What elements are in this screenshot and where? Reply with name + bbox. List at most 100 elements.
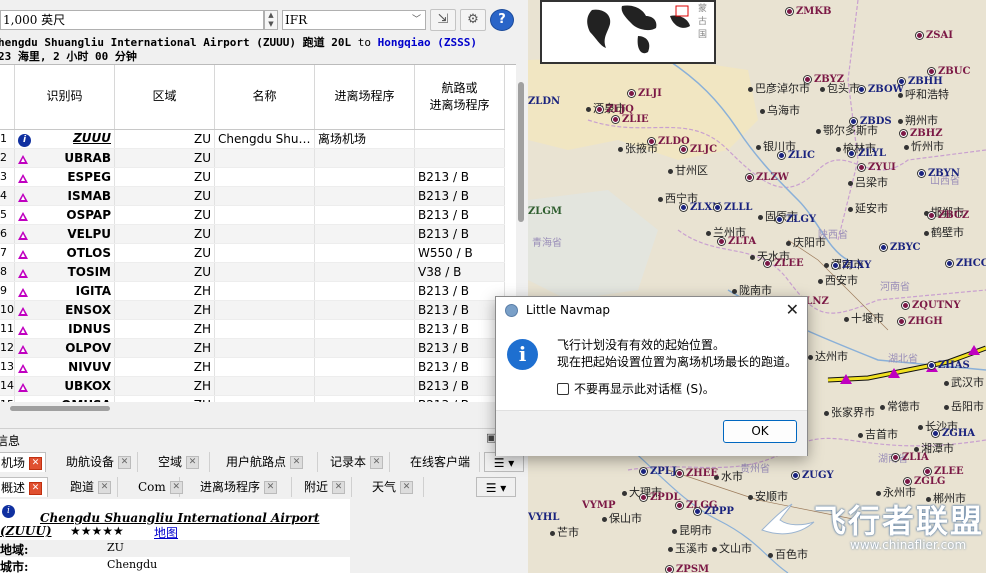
airport-marker[interactable]: ZBYN: [918, 168, 960, 179]
airport-marker[interactable]: ZHCC: [946, 258, 986, 269]
table-row[interactable]: 4 ISMAB ZU B213 / B: [0, 186, 505, 206]
tab-online-clients[interactable]: 在线客户端: [406, 452, 480, 472]
airport-marker[interactable]: ZLIC: [778, 150, 815, 161]
ok-button[interactable]: OK: [723, 420, 797, 443]
help-icon[interactable]: ?: [490, 9, 514, 31]
table-row[interactable]: 10 ENSOX ZH B213 / B: [0, 300, 505, 320]
airport-marker[interactable]: ZGHA: [932, 428, 975, 439]
table-row[interactable]: 8 TOSIM ZU V38 / B: [0, 262, 505, 282]
close-icon[interactable]: ✕: [290, 456, 304, 469]
table-row[interactable]: 2 UBRAB ZU: [0, 148, 505, 168]
tab-com[interactable]: Com ✕: [134, 477, 183, 497]
airport-marker[interactable]: ZBCZ: [928, 210, 969, 221]
tab-user-waypoints[interactable]: 用户航路点 ✕: [222, 452, 318, 472]
close-icon[interactable]: ✕: [169, 481, 183, 494]
airport-marker[interactable]: ZMKB: [786, 6, 832, 17]
airport-marker[interactable]: ZHGH: [898, 316, 943, 327]
map-view[interactable]: 河南省 山西省 陕西省 青海省 贵州省 湖北省 湖南省 巴彦淖尔市 包头市 呼和…: [528, 0, 986, 573]
table-row[interactable]: 6 VELPU ZU B213 / B: [0, 224, 505, 244]
airport-marker[interactable]: ZLLL: [714, 202, 752, 213]
scale-combo[interactable]: 1,000 英尺: [0, 10, 264, 30]
airport-marker[interactable]: ZLEE: [764, 258, 804, 269]
dont-show-again-checkbox[interactable]: 不要再显示此对话框 (S)。: [557, 380, 715, 397]
route-destination[interactable]: Hongqiao (ZSSS): [378, 36, 477, 49]
column-header-airway[interactable]: 航路或 进离场程序: [414, 65, 505, 130]
airport-marker[interactable]: ZLJI: [628, 88, 662, 99]
airport-marker[interactable]: ZBOW: [858, 84, 904, 95]
table-row[interactable]: 7 OTLOS ZU W550 / B: [0, 243, 505, 263]
table-vertical-scroll-thumb[interactable]: [518, 82, 524, 222]
table-row[interactable]: 1 i ZUUU ZU Chengdu Shu… 离场机场: [0, 129, 505, 149]
close-icon[interactable]: ✕: [264, 481, 278, 494]
tab-airspace[interactable]: 空域 ✕: [154, 452, 210, 472]
airport-marker[interactable]: ZBHZ: [900, 128, 943, 139]
close-icon[interactable]: ✕: [29, 482, 43, 495]
route-settings-icon[interactable]: ⚙: [460, 9, 486, 31]
tab-airport[interactable]: 机场 ✕: [0, 452, 46, 472]
close-icon[interactable]: ✕: [332, 481, 346, 494]
column-header-number[interactable]: [0, 65, 15, 130]
checkbox-box[interactable]: [557, 383, 569, 395]
column-header-ident[interactable]: 识别码: [14, 65, 115, 130]
close-icon[interactable]: ✕: [98, 481, 112, 494]
airport-marker[interactable]: VYHL: [528, 512, 559, 523]
tab-overview[interactable]: 概述 ✕: [0, 477, 48, 497]
airport-marker[interactable]: ZHAS: [928, 360, 970, 371]
airport-marker[interactable]: ZLDN: [528, 96, 560, 107]
table-row[interactable]: 14 UBKOX ZH B213 / B: [0, 376, 505, 396]
map-overview-inset[interactable]: 蒙古国: [540, 0, 716, 64]
column-header-name[interactable]: 名称: [214, 65, 315, 130]
airport-marker[interactable]: ZLZW: [746, 172, 789, 183]
tab-runways[interactable]: 跑道 ✕: [66, 477, 118, 497]
column-header-procedure[interactable]: 进离场程序: [314, 65, 415, 130]
airport-marker[interactable]: ZLJC: [680, 144, 717, 155]
close-icon[interactable]: ✕: [186, 456, 200, 469]
column-header-region[interactable]: 区域: [114, 65, 215, 130]
close-icon[interactable]: ✕: [400, 481, 414, 494]
airport-marker[interactable]: ZSAI: [916, 30, 953, 41]
table-row[interactable]: 9 IGITA ZH B213 / B: [0, 281, 505, 301]
tab-navaids[interactable]: 助航设备 ✕: [62, 452, 138, 472]
table-horizontal-scroll-thumb[interactable]: [10, 406, 110, 411]
tab-logbook[interactable]: 记录本 ✕: [326, 452, 390, 472]
airport-marker[interactable]: ZBYC: [880, 242, 921, 253]
airport-marker[interactable]: ZLTA: [718, 236, 756, 247]
table-row[interactable]: 15OMUSAZH B213 / B: [0, 395, 505, 402]
close-icon[interactable]: ✕: [118, 456, 132, 469]
tab-procedures[interactable]: 进离场程序 ✕: [196, 477, 292, 497]
airport-marker[interactable]: ZLGM: [528, 206, 562, 217]
airport-marker[interactable]: ZQUTNY: [902, 300, 960, 311]
close-icon[interactable]: ✕: [370, 456, 384, 469]
table-row[interactable]: 11 IDNUS ZH B213 / B: [0, 319, 505, 339]
dialog-titlebar[interactable]: Little Navmap ✕: [496, 297, 807, 323]
table-row[interactable]: 13 NIVUV ZH B213 / B: [0, 357, 505, 377]
plane-icon[interactable]: ⇲: [430, 9, 456, 31]
tab-weather[interactable]: 天气 ✕: [368, 477, 424, 497]
airport-marker[interactable]: ZBYZ: [804, 74, 844, 85]
table-row[interactable]: 5 OSPAP ZU B213 / B: [0, 205, 505, 225]
airport-marker[interactable]: ZLIA: [892, 452, 929, 463]
airport-marker[interactable]: ZLIE: [612, 114, 649, 125]
airport-marker[interactable]: ZPDL: [640, 492, 681, 503]
airport-marker[interactable]: ZGLG: [904, 476, 945, 487]
scale-spinner[interactable]: ▲ ▼: [264, 10, 278, 30]
airport-marker[interactable]: ZBUC: [928, 66, 970, 77]
airport-marker[interactable]: ZLYL: [848, 148, 886, 159]
airport-marker[interactable]: ZBHH: [898, 76, 943, 87]
table-row[interactable]: 3 ESPEG ZU B213 / B: [0, 167, 505, 187]
airport-marker[interactable]: ZPSM: [666, 564, 709, 573]
tab-list-menu-icon-2[interactable]: ☰ ▾: [476, 477, 516, 497]
airport-marker[interactable]: VYMP: [582, 500, 616, 511]
airport-marker[interactable]: ZLGY: [776, 214, 816, 225]
airport-marker[interactable]: ZUGY: [792, 470, 834, 481]
flight-rules-combo[interactable]: IFR ﹀: [282, 10, 426, 30]
airport-marker[interactable]: ZYUI: [858, 162, 896, 173]
airport-marker[interactable]: ZLXY: [832, 260, 871, 271]
airport-marker[interactable]: ZPPP: [694, 506, 734, 517]
airport-marker[interactable]: ZHEE: [676, 468, 718, 479]
table-row[interactable]: 12 OLPOV ZH B213 / B: [0, 338, 505, 358]
airport-marker[interactable]: ZPLJ: [640, 466, 677, 477]
airport-marker[interactable]: ZBDS: [850, 116, 892, 127]
close-icon[interactable]: ✕: [786, 299, 799, 321]
tab-nearby[interactable]: 附近 ✕: [300, 477, 352, 497]
